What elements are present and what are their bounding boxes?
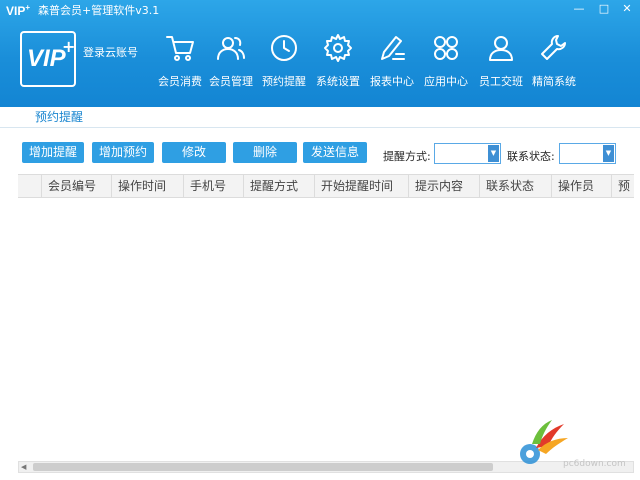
column-header-start-remind-time[interactable]: 开始提醒时间 (314, 175, 408, 197)
add-remind-button[interactable]: 增加提醒 (22, 142, 84, 163)
tab-appointment-remind[interactable]: 预约提醒 (18, 107, 100, 127)
wrench-icon (541, 35, 566, 60)
nav-label-simple-system: 精简系统 (532, 75, 576, 88)
remind-method-select[interactable]: ▼ (434, 143, 501, 164)
nav-label-staff-shift: 员工交班 (479, 75, 523, 88)
dropdown-arrow-icon[interactable]: ▼ (488, 145, 499, 162)
user-icon (489, 36, 513, 61)
nav-report-center[interactable]: 报表中心 (366, 32, 418, 92)
scroll-left-icon[interactable]: ◀ (21, 463, 29, 472)
column-header-remind-method[interactable]: 提醒方式 (243, 175, 314, 197)
maximize-button[interactable]: □ (597, 3, 611, 15)
nav-staff-shift[interactable]: 员工交班 (475, 32, 527, 92)
table-header: 会员编号 操作时间 手机号 提醒方式 开始提醒时间 提示内容 联系状态 操作员 … (18, 174, 634, 198)
dropdown-arrow-icon[interactable]: ▼ (603, 145, 614, 162)
nav-label-app-center: 应用中心 (424, 75, 468, 88)
shopping-cart-icon (166, 36, 194, 61)
column-header-member-id[interactable]: 会员编号 (41, 175, 111, 197)
clock-icon (271, 35, 297, 61)
contact-status-select[interactable]: ▼ (559, 143, 616, 164)
header-bar: VIP+ 森普会员+管理软件v3.1 — □ ✕ VIP + 登录云账号 会员消… (0, 0, 640, 107)
cloud-account-link[interactable]: 登录云账号 (83, 44, 138, 60)
vip-logo: VIP + (20, 31, 76, 87)
nav-label-member-manage: 会员管理 (209, 75, 253, 88)
report-pen-icon (381, 36, 405, 60)
column-header-contact-status[interactable]: 联系状态 (479, 175, 551, 197)
gear-icon (324, 34, 352, 62)
nav-system-settings[interactable]: 系统设置 (312, 32, 364, 92)
users-icon (217, 37, 245, 60)
close-button[interactable]: ✕ (620, 3, 634, 15)
send-message-button[interactable]: 发送信息 (303, 142, 367, 163)
app-mini-logo: VIP+ (6, 2, 31, 18)
add-appointment-button[interactable]: 增加预约 (92, 142, 154, 163)
vip-logo-plus: + (62, 37, 76, 56)
app-title-text: 森普会员+管理软件v3.1 (38, 4, 160, 17)
nav-label-system-settings: 系统设置 (316, 75, 360, 88)
contact-status-label: 联系状态: (507, 150, 555, 163)
nav-label-report-center: 报表中心 (370, 75, 414, 88)
column-header-checkbox[interactable] (18, 175, 41, 197)
nav-member-manage[interactable]: 会员管理 (205, 32, 257, 92)
column-header-operator[interactable]: 操作员 (551, 175, 611, 197)
watermark-text: pc6down.com (563, 459, 626, 469)
nav-appointment-remind[interactable]: 预约提醒 (258, 32, 310, 92)
delete-button[interactable]: 删除 (233, 142, 297, 163)
tab-divider (0, 127, 640, 128)
nav-app-center[interactable]: 应用中心 (420, 32, 472, 92)
edit-button[interactable]: 修改 (162, 142, 226, 163)
column-header-operate-time[interactable]: 操作时间 (111, 175, 183, 197)
nav-label-appointment-remind: 预约提醒 (262, 75, 306, 88)
column-header-truncated[interactable]: 预 (611, 175, 634, 197)
vip-logo-text: VIP (27, 45, 66, 72)
column-header-phone[interactable]: 手机号 (183, 175, 243, 197)
minimize-button[interactable]: — (572, 3, 586, 15)
window-title: VIP+ 森普会员+管理软件v3.1 (6, 2, 159, 18)
nav-label-member-consume: 会员消费 (158, 75, 202, 88)
nav-member-consume[interactable]: 会员消费 (154, 32, 206, 92)
apps-grid-icon (434, 36, 458, 60)
remind-method-label: 提醒方式: (383, 150, 431, 163)
scrollbar-thumb[interactable] (33, 463, 493, 471)
nav-simple-system[interactable]: 精简系统 (528, 32, 580, 92)
column-header-prompt-content[interactable]: 提示内容 (408, 175, 479, 197)
